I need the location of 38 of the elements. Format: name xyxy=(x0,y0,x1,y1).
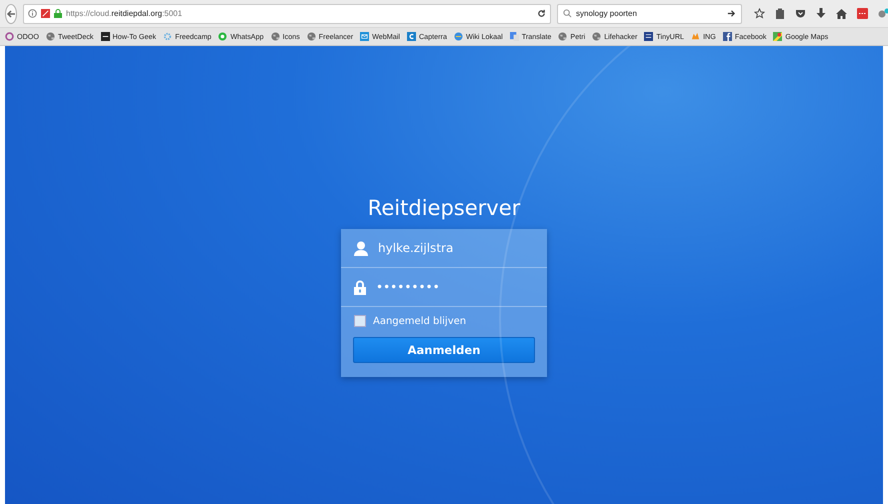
download-icon[interactable] xyxy=(816,8,826,19)
globe-icon xyxy=(306,32,316,41)
site-icon xyxy=(454,32,463,41)
star-icon[interactable] xyxy=(754,8,765,19)
site-icon xyxy=(644,32,654,41)
server-title: Reitdiepserver xyxy=(368,196,520,222)
site-icon xyxy=(100,32,110,41)
remember-checkbox[interactable] xyxy=(354,315,366,327)
globe-icon xyxy=(46,32,55,41)
reload-icon[interactable] xyxy=(537,9,546,18)
site-icon xyxy=(406,32,416,41)
info-icon[interactable] xyxy=(28,9,37,18)
address-bar[interactable]: https://cloud.reitdiepdal.org:5001 xyxy=(23,4,551,24)
extension-icon[interactable] xyxy=(857,8,868,19)
login-button[interactable]: Aanmelden xyxy=(353,337,535,363)
globe-icon xyxy=(270,32,280,41)
site-icon xyxy=(722,32,732,41)
url-text: https://cloud.reitdiepdal.org:5001 xyxy=(66,9,184,18)
back-button[interactable] xyxy=(5,4,17,24)
site-icon xyxy=(691,32,700,41)
site-icon xyxy=(218,32,228,41)
lock-icon xyxy=(54,9,62,18)
site-icon xyxy=(773,32,782,41)
arrow-left-icon xyxy=(6,8,16,18)
globe-icon xyxy=(592,32,602,41)
search-field[interactable]: synology poorten xyxy=(557,4,742,24)
user-icon xyxy=(354,240,368,256)
site-icon xyxy=(163,32,172,41)
pocket-icon[interactable] xyxy=(795,8,806,18)
search-icon xyxy=(563,9,572,18)
site-icon xyxy=(5,32,14,41)
remember-label: Aangemeld blijven xyxy=(373,316,466,326)
site-icon xyxy=(360,32,370,41)
site-icon xyxy=(510,32,519,41)
globe-icon xyxy=(558,32,568,41)
lock-icon xyxy=(354,280,366,294)
home-icon[interactable] xyxy=(836,8,847,18)
arrow-right-icon[interactable] xyxy=(727,9,736,18)
